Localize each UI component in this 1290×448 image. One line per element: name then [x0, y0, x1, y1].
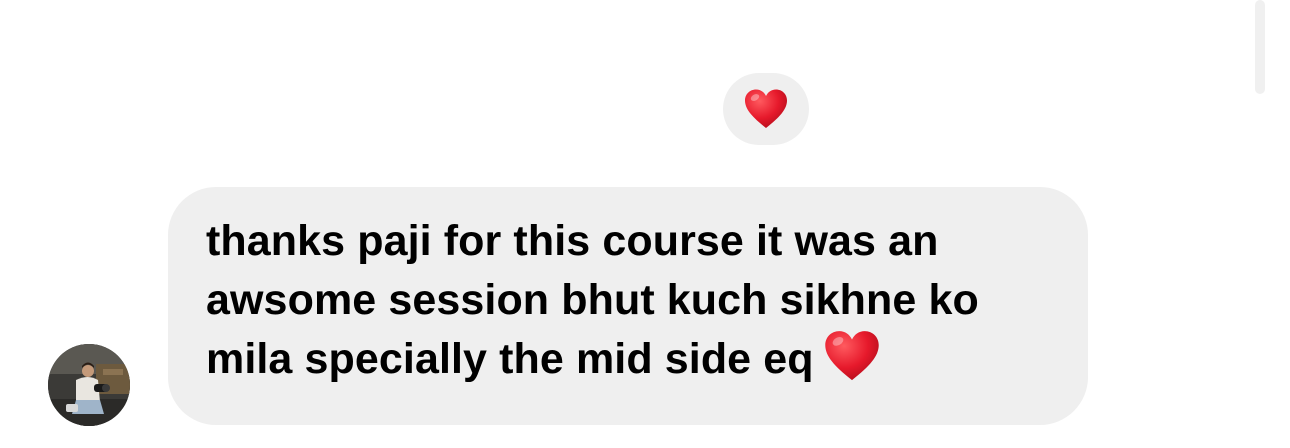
message-bubble[interactable]: thanks paji for this course it was an aw… — [168, 187, 1088, 425]
message-line: thanks paji for this course it was an — [206, 217, 939, 265]
profile-photo — [48, 344, 130, 426]
heart-reaction-message[interactable] — [723, 73, 809, 145]
message-line-text: mila specially the mid side eq — [206, 335, 814, 383]
red-heart-icon — [745, 89, 787, 128]
message-line: mila specially the mid side eq — [206, 329, 1064, 399]
avatar[interactable] — [48, 344, 130, 426]
message-line: awsome session bhut kuch sikhne ko — [206, 275, 979, 324]
chat-thread: thanks paji for this course it was an aw… — [0, 0, 1290, 448]
scrollbar[interactable] — [1255, 0, 1265, 94]
red-heart-icon — [824, 329, 880, 399]
message-text: thanks paji for this course it was an aw… — [206, 212, 1064, 399]
